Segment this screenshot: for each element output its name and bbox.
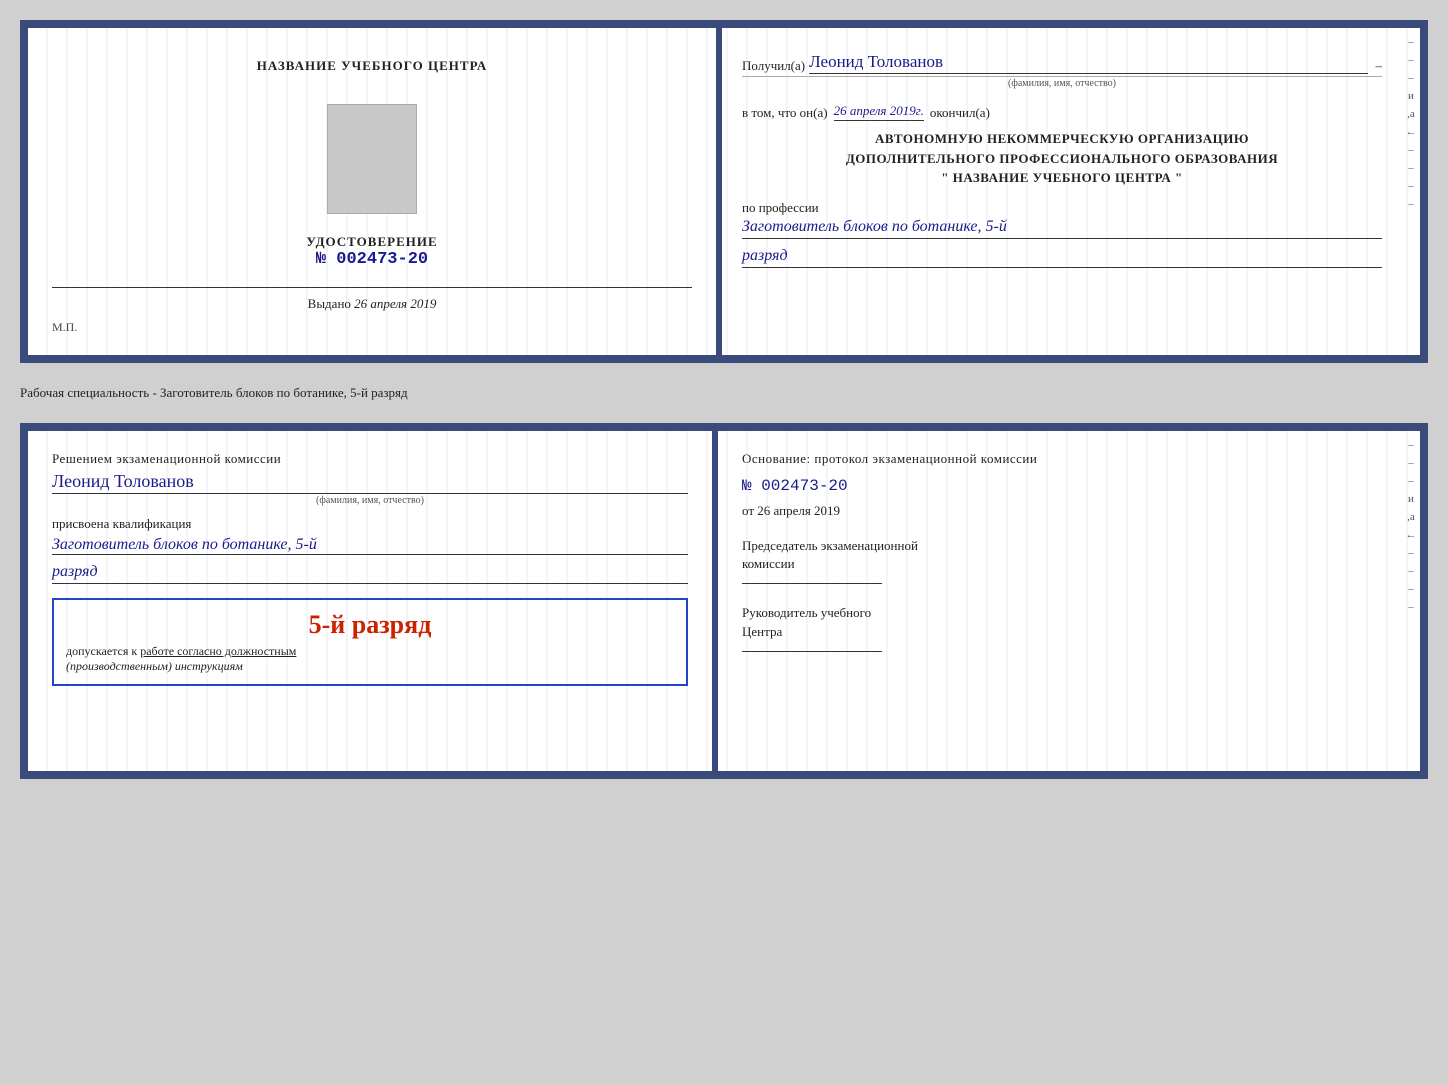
- chairman-sign-line: [742, 583, 882, 584]
- po-professii-label: по профессии: [742, 200, 819, 215]
- document-1: НАЗВАНИЕ УЧЕБНОГО ЦЕНТРА УДОСТОВЕРЕНИЕ №…: [20, 20, 1428, 363]
- vtom-prefix: в том, что он(а): [742, 105, 828, 121]
- osnovanie-block: Основание: протокол экзаменационной коми…: [742, 451, 1378, 467]
- qualification-cursive: Заготовитель блоков по ботанике, 5-й: [52, 536, 688, 555]
- org-line3: " НАЗВАНИЕ УЧЕБНОГО ЦЕНТРА ": [742, 168, 1382, 188]
- profession-cursive: Заготовитель блоков по ботанике, 5-й: [742, 218, 1382, 239]
- doc2-left: Решением экзаменационной комиссии Леонид…: [28, 431, 712, 771]
- prisvoena-block: присвоена квалификация Заготовитель блок…: [52, 516, 688, 584]
- separator-line: [52, 287, 692, 288]
- ot-date-val: 26 апреля 2019: [757, 503, 840, 518]
- ot-date: от 26 апреля 2019: [742, 503, 1378, 519]
- org-line2: ДОПОЛНИТЕЛЬНОГО ПРОФЕССИОНАЛЬНОГО ОБРАЗО…: [742, 149, 1382, 169]
- mp-label: М.П.: [52, 320, 77, 335]
- rukavod-block: Руководитель учебного Центра: [742, 604, 1378, 651]
- stamp-dopusk3: (производственным) инструкциям: [66, 659, 243, 673]
- rukavod-label2: Центра: [742, 623, 1378, 641]
- doc1-left: НАЗВАНИЕ УЧЕБНОГО ЦЕНТРА УДОСТОВЕРЕНИЕ №…: [28, 28, 716, 355]
- rukavod-sign-line: [742, 651, 882, 652]
- recipient-sub: (фамилия, имя, отчество): [742, 76, 1382, 89]
- doc2-right: Основание: протокол экзаменационной коми…: [718, 431, 1402, 771]
- prisvoena-label: присвоена квалификация: [52, 516, 191, 531]
- org-block: АВТОНОМНУЮ НЕКОММЕРЧЕСКУЮ ОРГАНИЗАЦИЮ ДО…: [742, 129, 1382, 188]
- poluchil-prefix: Получил(а): [742, 58, 805, 74]
- vydano-block: Выдано 26 апреля 2019: [308, 296, 437, 312]
- stamp-box: 5-й разряд допускается к работе согласно…: [52, 598, 688, 686]
- udostoverenie-label: УДОСТОВЕРЕНИЕ: [306, 234, 437, 250]
- annotation-text: Рабочая специальность - Заготовитель бло…: [20, 379, 1428, 407]
- photo-placeholder: [327, 104, 417, 214]
- resheniem-block: Решением экзаменационной комиссии: [52, 451, 688, 467]
- stamp-rank: 5-й разряд: [66, 610, 674, 640]
- person-name-2: Леонид Толованов: [52, 471, 688, 494]
- page-wrapper: НАЗВАНИЕ УЧЕБНОГО ЦЕНТРА УДОСТОВЕРЕНИЕ №…: [20, 20, 1428, 779]
- doc2-right-spine: – – – и ,а ← – – – –: [1402, 431, 1420, 771]
- razryad2-cursive: разряд: [52, 563, 688, 584]
- razryad-cursive: разряд: [742, 247, 1382, 268]
- ot-prefix: от: [742, 503, 754, 518]
- stamp-dopusk1: допускается к: [66, 644, 137, 658]
- doc1-right: Получил(а) Леонид Толованов – (фамилия, …: [722, 28, 1402, 355]
- chairman-label2: комиссии: [742, 555, 1378, 573]
- vtom-date: 26 апреля 2019г.: [834, 103, 924, 121]
- right-spine: – – – и ,а ← – – – –: [1402, 28, 1420, 355]
- udostoverenie-number: № 002473-20: [306, 250, 437, 269]
- recipient-name: Леонид Толованов: [809, 52, 1368, 74]
- rukavod-label1: Руководитель учебного: [742, 604, 1378, 622]
- document-2: Решением экзаменационной комиссии Леонид…: [20, 423, 1428, 779]
- fio-sub-2: (фамилия, имя, отчество): [52, 495, 688, 506]
- dash: –: [1372, 58, 1382, 74]
- udostoverenie-block: УДОСТОВЕРЕНИЕ № 002473-20: [306, 234, 437, 269]
- org-line1: АВТОНОМНУЮ НЕКОММЕРЧЕСКУЮ ОРГАНИЗАЦИЮ: [742, 129, 1382, 149]
- chairman-label1: Председатель экзаменационной: [742, 537, 1378, 555]
- vydano-label: Выдано: [308, 296, 351, 311]
- vydano-date: 26 апреля 2019: [354, 296, 436, 311]
- vtom-line: в том, что он(а) 26 апреля 2019г. окончи…: [742, 103, 1382, 121]
- chairman-block: Председатель экзаменационной комиссии: [742, 537, 1378, 584]
- proto-number: № 002473-20: [742, 477, 1378, 495]
- recipient-line: Получил(а) Леонид Толованов –: [742, 52, 1382, 74]
- okonchil: окончил(а): [930, 105, 990, 121]
- stamp-dopusk: допускается к работе согласно должностны…: [66, 644, 674, 674]
- po-professii-block: по профессии Заготовитель блоков по бота…: [742, 200, 1382, 268]
- stamp-dopusk2: работе согласно должностным: [140, 644, 296, 658]
- doc1-training-center-title: НАЗВАНИЕ УЧЕБНОГО ЦЕНТРА: [257, 58, 488, 74]
